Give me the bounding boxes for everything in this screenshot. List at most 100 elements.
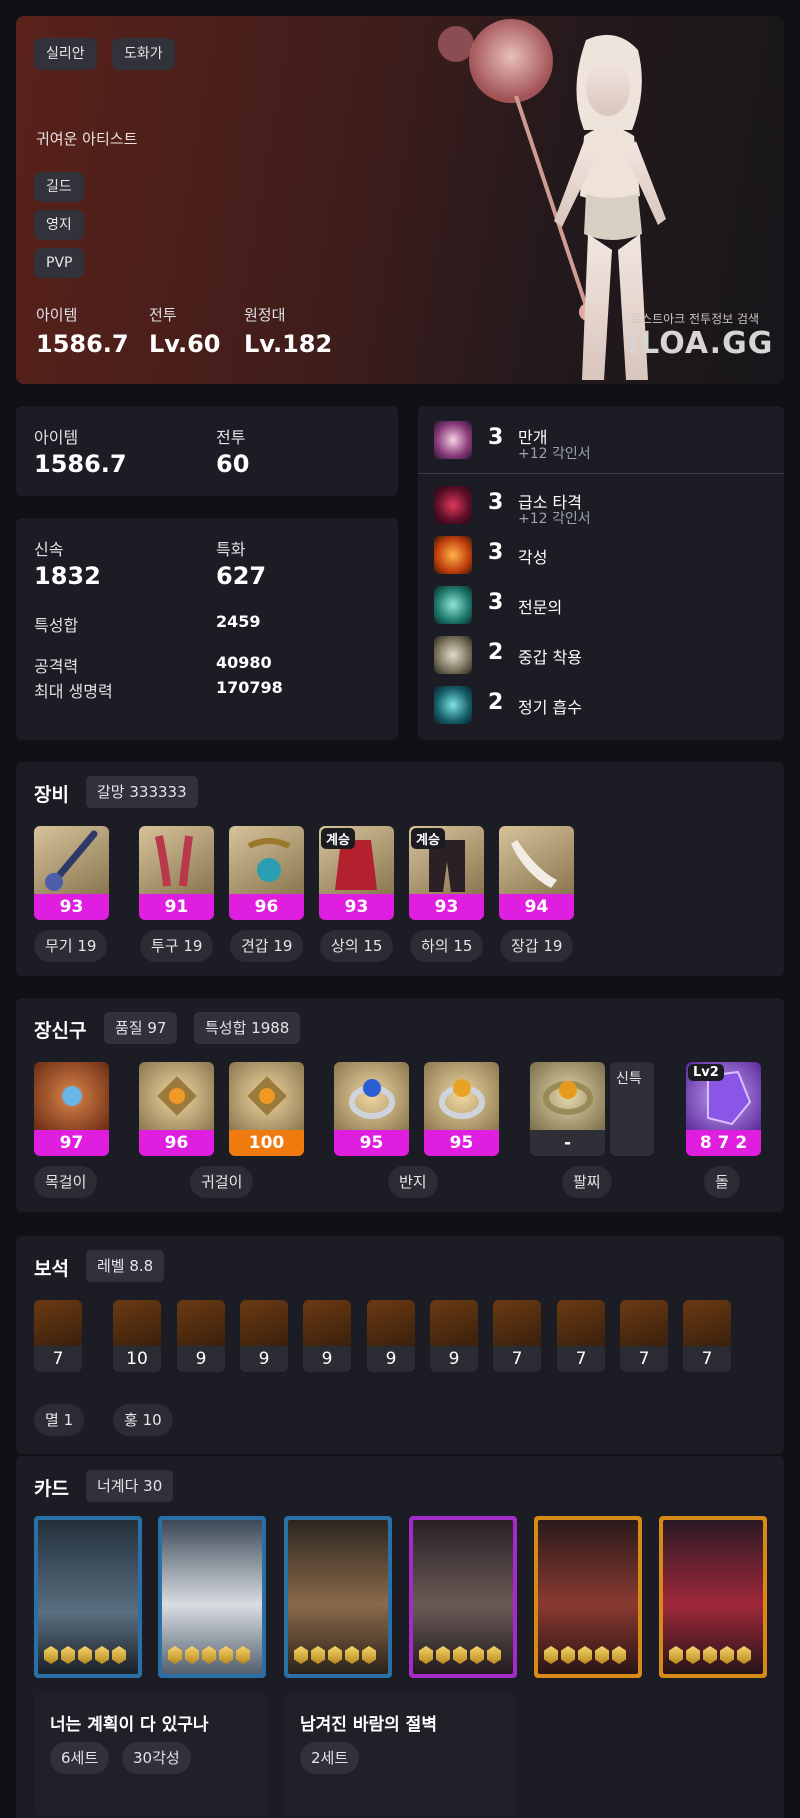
equipment-helmet[interactable]: 91	[139, 826, 214, 920]
equipment-panel: 장비 갈망 333333 93 91 96 계승 93 계승 93 94 무기 …	[16, 762, 784, 976]
watermark-logo: ILOA.GG	[628, 326, 774, 361]
max-hp-value: 170798	[216, 678, 283, 697]
expert-engraving-icon	[434, 586, 472, 624]
stat-total-value: 2459	[216, 612, 261, 631]
slot-label: 팔찌	[562, 1166, 612, 1198]
equipment-weapon[interactable]: 93	[34, 826, 109, 920]
expedition-level-value: Lv.182	[244, 330, 333, 358]
gem-slot[interactable]: 7	[620, 1300, 668, 1372]
summary-item-label: 아이템	[34, 428, 79, 447]
gloves-icon	[499, 826, 574, 894]
gem-icon	[683, 1300, 731, 1346]
gem-level: 9	[240, 1346, 288, 1372]
gem-slot[interactable]: 7	[34, 1300, 82, 1372]
card-item[interactable]	[284, 1516, 392, 1678]
ability-stone[interactable]: Lv2 8 7 2	[686, 1062, 761, 1156]
card-set-1[interactable]: 너는 계획이 다 있구나 6세트 30각성	[34, 1692, 268, 1816]
gem-level-tag: 레벨 8.8	[86, 1250, 165, 1282]
specialization-label: 특화	[216, 540, 246, 559]
bracelet-icon	[530, 1062, 605, 1130]
accessory-ring-2[interactable]: 95	[424, 1062, 499, 1156]
card-item[interactable]	[158, 1516, 266, 1678]
expedition-level-label: 원정대	[244, 306, 286, 324]
summary-panel: 아이템 1586.7 전투 60	[16, 406, 398, 496]
summary-combat-value: 60	[216, 450, 250, 478]
slot-label: 목걸이	[34, 1166, 98, 1198]
special-effect-slot[interactable]: 신특	[610, 1062, 654, 1156]
character-title: 귀여운 아티스트	[36, 130, 138, 148]
quality-value: 95	[334, 1130, 409, 1156]
gem-icon	[367, 1300, 415, 1346]
accessory-ring-1[interactable]: 95	[334, 1062, 409, 1156]
gem-slot[interactable]: 7	[493, 1300, 541, 1372]
equipment-pants[interactable]: 계승 93	[409, 826, 484, 920]
card-set-count: 6세트	[50, 1742, 110, 1774]
gem-icon	[113, 1300, 161, 1346]
gem-slot[interactable]: 9	[430, 1300, 478, 1372]
equipment-shoulder[interactable]: 96	[229, 826, 304, 920]
card-set-2[interactable]: 남겨진 바람의 절벽 2세트	[284, 1692, 516, 1816]
gem-level: 9	[430, 1346, 478, 1372]
earring-icon	[229, 1062, 304, 1130]
slot-label: 무기 19	[34, 930, 108, 962]
gem-slot[interactable]: 10	[113, 1300, 161, 1372]
awakening-gems	[168, 1646, 250, 1664]
gem-slot[interactable]: 9	[303, 1300, 351, 1372]
max-hp-label: 최대 생명력	[34, 682, 113, 701]
slot-label: 견갑 19	[230, 930, 304, 962]
gem-slot[interactable]: 7	[683, 1300, 731, 1372]
equipment-gloves[interactable]: 94	[499, 826, 574, 920]
specialization-value: 627	[216, 562, 267, 590]
quality-value: 95	[424, 1130, 499, 1156]
awakening-engraving-icon	[434, 536, 472, 574]
succession-badge: 계승	[321, 828, 355, 849]
engraving-level: 3	[488, 540, 504, 565]
engraving-book: +12 각인서	[518, 446, 591, 462]
awakening-gems	[419, 1646, 501, 1664]
engraving-level: 2	[488, 690, 504, 715]
quality-value: 96	[229, 894, 304, 920]
engraving-level: 3	[488, 590, 504, 615]
gem-slot[interactable]: 9	[240, 1300, 288, 1372]
item-level-label: 아이템	[36, 306, 78, 324]
engravings-panel	[418, 406, 784, 740]
accessory-necklace[interactable]: 97	[34, 1062, 109, 1156]
gem-level: 7	[620, 1346, 668, 1372]
card-item[interactable]	[534, 1516, 642, 1678]
awakening-gems	[294, 1646, 376, 1664]
gem-slot[interactable]: 9	[177, 1300, 225, 1372]
gem-level: 9	[303, 1346, 351, 1372]
card-item[interactable]	[659, 1516, 767, 1678]
gem-level: 10	[113, 1346, 161, 1372]
swiftness-label: 신속	[34, 540, 64, 559]
stone-icon: Lv2	[686, 1062, 761, 1130]
accessory-stat-total-tag: 특성합 1988	[194, 1012, 301, 1044]
accessory-bracelet[interactable]: -	[530, 1062, 605, 1156]
ring-icon	[424, 1062, 499, 1130]
card-item[interactable]	[409, 1516, 517, 1678]
quality-value: 93	[34, 894, 109, 920]
gem-slot[interactable]: 9	[367, 1300, 415, 1372]
bloom-engraving-icon	[434, 421, 472, 459]
card-set-count: 2세트	[300, 1742, 360, 1774]
engraving-level: 3	[488, 425, 504, 450]
attack-power-value: 40980	[216, 653, 272, 672]
engraving-name: 정기 흡수	[518, 698, 582, 717]
accessory-earring-1[interactable]: 96	[139, 1062, 214, 1156]
keen-strike-engraving-icon	[434, 486, 472, 524]
engravings-divider	[418, 473, 784, 474]
card-set-awakening: 30각성	[122, 1742, 191, 1774]
accessory-earring-2[interactable]: 100	[229, 1062, 304, 1156]
awakening-gems	[544, 1646, 626, 1664]
card-set-name: 남겨진 바람의 절벽	[300, 1715, 437, 1735]
awakening-gems	[44, 1646, 126, 1664]
slot-label: 하의 15	[410, 930, 484, 962]
special-effect-label: 신특	[616, 1071, 642, 1087]
gem-slot[interactable]: 7	[557, 1300, 605, 1372]
quality-value: 97	[34, 1130, 109, 1156]
card-item[interactable]	[34, 1516, 142, 1678]
equipment-chest[interactable]: 계승 93	[319, 826, 394, 920]
engraving-name: 각성	[518, 548, 548, 567]
class-chip: 도화가	[112, 38, 175, 70]
cards-title: 카드	[34, 1478, 69, 1500]
